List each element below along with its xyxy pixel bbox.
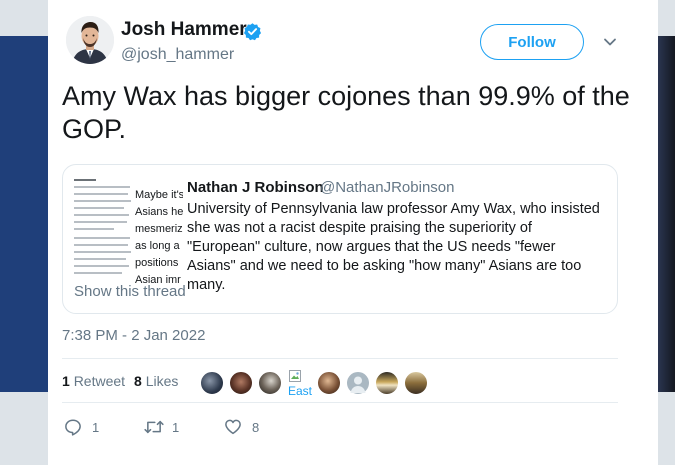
liker-avatar[interactable]: [229, 371, 253, 395]
heart-icon: [225, 419, 241, 435]
liker-avatar-broken[interactable]: East: [287, 368, 317, 398]
author-avatar[interactable]: [66, 16, 114, 64]
likes-count: 8: [134, 373, 142, 389]
broken-image-icon: [289, 370, 301, 382]
chevron-down-icon[interactable]: [602, 34, 618, 50]
liker-avatar[interactable]: [258, 371, 282, 395]
quoted-author-name[interactable]: Nathan J Robinson: [187, 179, 324, 196]
reply-count: 1: [92, 420, 100, 435]
tweet-timestamp[interactable]: 7:38 PM - 2 Jan 2022: [62, 327, 205, 344]
divider: [62, 402, 618, 403]
retweets-label: Retweet: [73, 373, 126, 389]
likes-label: Likes: [145, 373, 179, 389]
thumbnail-line: positions: [135, 257, 179, 269]
divider: [62, 358, 618, 359]
thumbnail-line: Asians he: [135, 206, 183, 218]
quoted-tweet-text: University of Pennsylvania law professor…: [187, 201, 600, 293]
likes-stat[interactable]: 8 Likes: [134, 373, 178, 389]
liker-avatar[interactable]: [317, 371, 341, 395]
retweets-stat[interactable]: 1 Retweet: [62, 373, 125, 389]
retweet-count: 1: [172, 420, 180, 435]
thumbnail-article-text: [74, 179, 132, 279]
tweet-text: Amy Wax has bigger cojones than 99.9% of…: [62, 81, 630, 144]
like-count: 8: [252, 420, 260, 435]
author-handle[interactable]: @josh_hammer: [121, 46, 234, 64]
tweet-card: Josh Hammer @josh_hammer Follow Amy Wax …: [48, 0, 658, 465]
verified-badge-icon: [243, 23, 262, 41]
show-thread-link[interactable]: Show this thread: [74, 283, 186, 300]
background-left-panel: [0, 36, 48, 392]
liker-avatar[interactable]: [375, 371, 399, 395]
background-right-panel: [658, 36, 675, 392]
thumbnail-line: Maybe it's: [135, 189, 183, 201]
quoted-tweet[interactable]: Maybe it's Asians he mesmeriz as long a …: [62, 164, 618, 314]
follow-button[interactable]: Follow: [480, 24, 584, 60]
thumbnail-line: mesmeriz: [135, 223, 183, 235]
liker-avatar[interactable]: [200, 371, 224, 395]
author-name[interactable]: Josh Hammer: [121, 19, 247, 41]
retweets-count: 1: [62, 373, 70, 389]
liker-avatar[interactable]: [346, 371, 370, 395]
quoted-tweet-thumbnail[interactable]: Maybe it's Asians he mesmeriz as long a …: [71, 173, 183, 285]
broken-avatar-alt-text: East: [288, 384, 313, 398]
reply-icon: [65, 419, 81, 436]
liker-avatar[interactable]: [404, 371, 428, 395]
retweet-icon: [144, 420, 164, 434]
quoted-author-handle[interactable]: @NathanJRobinson: [320, 179, 454, 196]
thumbnail-line: as long a: [135, 240, 180, 252]
